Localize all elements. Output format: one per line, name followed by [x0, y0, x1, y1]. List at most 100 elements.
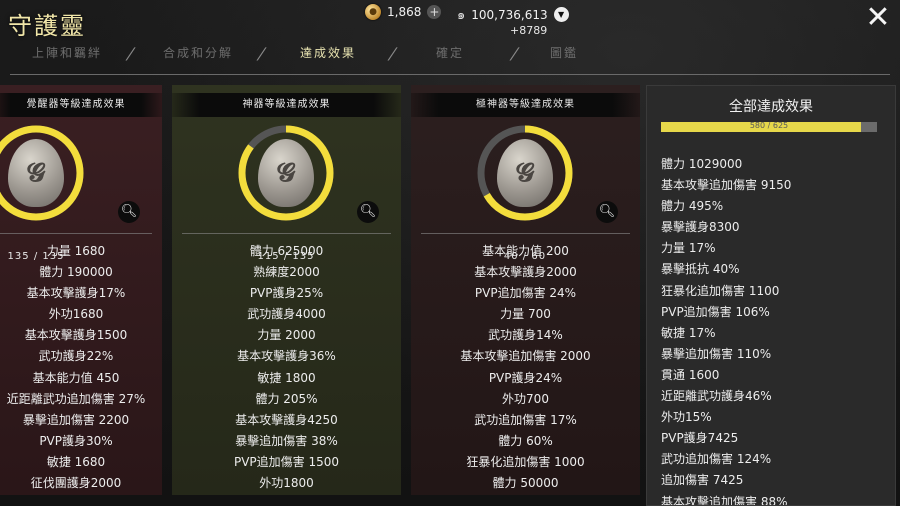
- magnify-button[interactable]: 🔍︎: [118, 201, 140, 223]
- progress-ring: 𝓖 115 / 135: [236, 123, 336, 262]
- awakening-level-panel: 覺醒器等級達成效果 𝓖 135 / 135 🔍︎ 力量 1680 體力 1900…: [0, 85, 162, 495]
- stat-item: 外功1680: [48, 307, 104, 322]
- stat-item: 敏捷 1680: [46, 454, 106, 469]
- stat-item: 體力 60%: [498, 433, 553, 448]
- stat-item: 武功護身14%: [488, 328, 563, 343]
- summary-item: 狂暴化追加傷害 1100: [661, 283, 780, 298]
- magnify-button[interactable]: 🔍︎: [357, 201, 379, 223]
- progress-ring: 𝓖 40 / 60: [475, 123, 575, 262]
- stat-item: 力量 1680: [46, 244, 106, 258]
- stat-list: 體力 625000 熟練度2000 PVP護身25% 武功護身4000 力量 2…: [172, 241, 401, 494]
- stat-item: 體力 50000: [492, 476, 559, 491]
- page-title: 守護靈: [8, 12, 86, 40]
- summary-item: 暴擊抵抗 40%: [661, 262, 740, 277]
- stat-item: 基本攻擊護身2000: [474, 265, 577, 280]
- panel-title: 神器等級達成效果: [172, 93, 401, 117]
- add-coin-button[interactable]: +: [427, 5, 442, 19]
- tab-deploy-bond[interactable]: 上陣和羈絆: [32, 44, 102, 61]
- stat-list: 基本能力值 200 基本攻擊護身2000 PVP追加傷害 24% 力量 700 …: [411, 241, 640, 494]
- stat-item: 外功700: [502, 391, 549, 406]
- tab-separator: /: [124, 44, 137, 63]
- stat-item: 武功護身4000: [247, 307, 326, 322]
- currency-gain: +8789: [510, 24, 548, 37]
- stat-item: 基本攻擊護身36%: [237, 349, 336, 364]
- stat-item: 體力 625000: [249, 244, 324, 258]
- coin-value: 1,868: [387, 5, 422, 19]
- stat-item: 力量 700: [500, 307, 551, 322]
- summary-item: 基本攻擊追加傷害 9150: [661, 178, 792, 193]
- stat-item: 體力 190000: [39, 265, 113, 280]
- stat-item: 基本攻擊護身1500: [24, 328, 128, 343]
- summary-item: 貫通 1600: [661, 367, 720, 382]
- summary-item: 基本攻擊追加傷害 88%: [661, 494, 788, 506]
- tab-collection[interactable]: 圖鑑: [550, 44, 578, 61]
- stat-item: 力量 2000: [257, 328, 316, 343]
- secondary-currency-value: 100,736,613: [471, 7, 548, 22]
- stat-item: 基本攻擊護身17%: [26, 286, 126, 301]
- close-button[interactable]: ✕: [864, 3, 892, 33]
- currency-dropdown-button[interactable]: ▼: [553, 7, 569, 22]
- stat-item: 敏捷 1800: [257, 370, 316, 385]
- magnify-icon: 🔍︎: [120, 204, 138, 219]
- stat-item: 武功追加傷害 17%: [474, 412, 577, 427]
- stat-item: 暴擊追加傷害 38%: [235, 433, 338, 448]
- divider: [421, 233, 630, 234]
- stat-item: 體力 205%: [255, 391, 318, 406]
- summary-progress-bar: 580 / 625: [661, 121, 877, 132]
- summary-item: 近距離武功護身46%: [661, 389, 772, 404]
- summary-item: PVP追加傷害 106%: [661, 304, 770, 319]
- tab-separator: /: [386, 44, 399, 63]
- close-icon: ✕: [865, 0, 891, 35]
- summary-item: 暴擊追加傷害 110%: [661, 346, 772, 361]
- tab-underline: [10, 74, 890, 75]
- summary-item: 武功追加傷害 124%: [661, 452, 772, 467]
- coin-currency: ● 1,868 +: [365, 4, 442, 20]
- summary-progress-text: 580 / 625: [749, 121, 789, 130]
- stat-item: PVP護身24%: [488, 370, 563, 385]
- summary-title: 全部達成效果: [729, 99, 813, 115]
- stat-item: 基本能力值 450: [32, 370, 120, 385]
- total-effects-panel[interactable]: 全部達成效果 580 / 625 體力 1029000 基本攻擊追加傷害 915…: [646, 85, 896, 506]
- summary-item: PVP護身7425: [661, 431, 739, 446]
- summary-item: 外功15%: [661, 410, 712, 425]
- progress-ring: 𝓖 135 / 135: [0, 123, 86, 262]
- stat-item: 外功1800: [259, 476, 314, 491]
- artifact-level-panel: 神器等級達成效果 𝓖 115 / 135 🔍︎ 體力 625000 熟練度200…: [172, 85, 401, 495]
- stat-item: 熟練度2000: [253, 265, 320, 280]
- stat-item: 基本能力值 200: [482, 244, 569, 258]
- stat-item: 狂暴化追加傷害 1000: [466, 454, 585, 469]
- ultimate-artifact-level-panel: 極神器等級達成效果 𝓖 40 / 60 🔍︎ 基本能力值 200 基本攻擊護身2…: [411, 85, 640, 495]
- stat-item: PVP追加傷害 24%: [474, 286, 577, 301]
- stat-item: PVP護身30%: [39, 433, 113, 448]
- stat-item: 基本攻擊護身4250: [235, 412, 338, 427]
- summary-item: 力量 17%: [661, 241, 716, 256]
- summary-item: 暴擊護身8300: [661, 220, 740, 235]
- secondary-currency: ๑ 100,736,613 ▼: [457, 4, 569, 25]
- tab-bar: 上陣和羈絆 / 合成和分解 / 達成效果 / 確定 / 圖鑑: [0, 44, 890, 66]
- coin-icon: ●: [365, 4, 381, 20]
- magnify-icon: 🔍︎: [598, 204, 616, 219]
- stat-item: 征伐團護身2000: [30, 476, 122, 491]
- summary-item: 體力 1029000: [661, 157, 743, 171]
- summary-item: 追加傷害 7425: [661, 473, 744, 488]
- summary-item: 體力 495%: [661, 199, 724, 214]
- swirl-icon: ๑: [457, 8, 466, 23]
- magnify-icon: 🔍︎: [359, 204, 377, 219]
- tab-confirm[interactable]: 確定: [436, 44, 464, 61]
- stat-item: 暴擊追加傷害 2200: [22, 412, 130, 427]
- panel-title: 極神器等級達成效果: [411, 93, 640, 117]
- summary-item: 敏捷 17%: [661, 325, 716, 340]
- divider: [182, 233, 391, 234]
- divider: [0, 233, 152, 234]
- stat-item: PVP追加傷害 1500: [233, 454, 340, 469]
- tab-combine-decompose[interactable]: 合成和分解: [163, 44, 233, 61]
- tab-achievement-effects[interactable]: 達成效果: [300, 44, 356, 61]
- panel-title: 覺醒器等級達成效果: [0, 93, 162, 117]
- magnify-button[interactable]: 🔍︎: [596, 201, 618, 223]
- summary-list: 體力 1029000 基本攻擊追加傷害 9150 體力 495% 暴擊護身830…: [661, 154, 885, 506]
- stat-item: 基本攻擊追加傷害 2000: [460, 349, 591, 364]
- stat-list: 力量 1680 體力 190000 基本攻擊護身17% 外功1680 基本攻擊護…: [0, 241, 162, 494]
- stat-item: 近距離武功追加傷害 27%: [6, 391, 146, 406]
- tab-separator: /: [255, 44, 268, 63]
- stat-item: PVP護身25%: [249, 286, 324, 301]
